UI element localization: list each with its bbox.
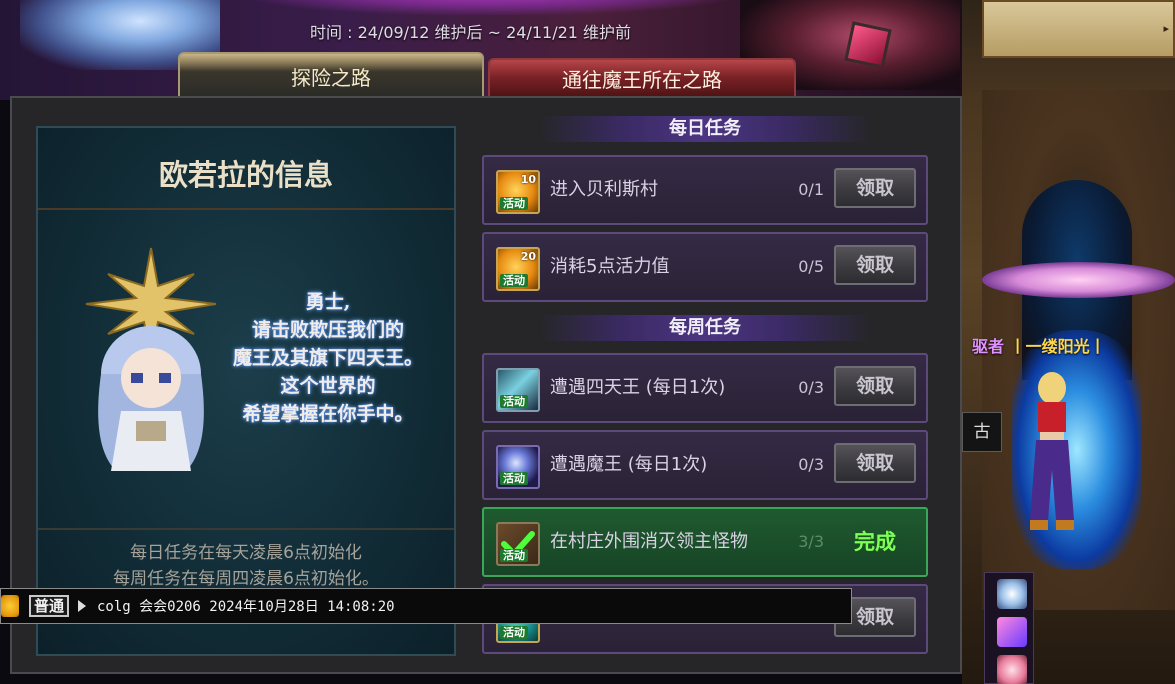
chat-bar: 普通 colg 会会0206 2024年10月28日 14:08:20	[0, 588, 852, 624]
quest-name: 进入贝利斯村	[550, 179, 658, 200]
player-name-tag: 驱者 丨一缕阳光丨	[972, 333, 1106, 357]
minimap-marker-icon: ▸	[1163, 22, 1169, 35]
info-message-line: 魔王及其旗下四天王。	[232, 347, 423, 369]
quest-progress: 0/1	[798, 180, 824, 199]
claim-button[interactable]: 领取	[834, 443, 916, 483]
game-world-scene: ▸ 驱者 丨一缕阳光丨 古	[962, 0, 1175, 684]
info-message-line: 请击败欺压我们的	[251, 319, 404, 341]
banner-gem-icon	[844, 21, 892, 69]
tab-road-to-demon-king[interactable]: 通往魔王所在之路	[488, 58, 796, 98]
quest-icon-count: 20	[520, 250, 536, 263]
daily-reset-note: 每日任务在每天凌晨6点初始化	[130, 543, 362, 563]
chat-channel-selector[interactable]: 普通	[29, 595, 70, 617]
info-message-line: 勇士,	[305, 291, 351, 313]
weekly-quests-header: 每周任务	[540, 315, 870, 341]
event-date-range: 时间 : 24/09/12 维护后 ~ 24/11/21 维护前	[310, 23, 632, 42]
info-panel-message: 勇士, 请击败欺压我们的 魔王及其旗下四天王。 这个世界的 希望掌握在你手中。	[218, 288, 438, 428]
player-character	[1030, 372, 1074, 530]
claim-button[interactable]: 领取	[834, 168, 916, 208]
checkmark-icon: 活动	[496, 522, 540, 566]
complete-status: 完成	[854, 529, 896, 554]
npc-tooltip: 古	[962, 412, 1002, 452]
event-tag: 活动	[500, 197, 528, 210]
quest-progress: 0/3	[798, 455, 824, 474]
event-tag: 活动	[500, 274, 528, 287]
claim-button[interactable]: 领取	[834, 366, 916, 406]
player-title: 驱者	[972, 337, 1005, 356]
quest-row: 20 活动 消耗5点活力值 0/5 领取	[482, 232, 928, 302]
quest-name: 遭遇魔王 (每日1次)	[550, 454, 708, 475]
event-tag: 活动	[500, 472, 528, 485]
side-icon-bar	[984, 572, 1034, 684]
quest-row-complete: 活动 在村庄外围消灭领主怪物 3/3 完成	[482, 507, 928, 577]
quest-row: 活动 遭遇四天王 (每日1次) 0/3 领取	[482, 353, 928, 423]
info-title-divider	[38, 208, 454, 210]
minimap-scroll: ▸	[982, 0, 1175, 58]
orb-icon: 活动	[496, 445, 540, 489]
claim-button[interactable]: 领取	[834, 245, 916, 285]
quest-name: 在村庄外围消灭领主怪物	[550, 531, 748, 552]
vitality-coin-icon: 10 活动	[496, 170, 540, 214]
quest-row: 活动 遭遇魔王 (每日1次) 0/3 领取	[482, 430, 928, 500]
quest-name: 消耗5点活力值	[550, 256, 670, 277]
character-icon[interactable]	[997, 655, 1027, 684]
event-tag: 活动	[500, 395, 528, 408]
avatar-icon[interactable]	[997, 579, 1027, 609]
quest-name: 遭遇四天王 (每日1次)	[550, 377, 726, 398]
info-message-line: 这个世界的	[280, 375, 376, 397]
tab-adventure-road[interactable]: 探险之路	[178, 52, 484, 98]
quest-icon-count: 10	[520, 173, 536, 186]
event-tag: 活动	[500, 549, 528, 562]
reset-time-note: 每日任务在每天凌晨6点初始化 每周任务在每周四凌晨6点初始化。	[38, 540, 454, 592]
emoji-icon[interactable]	[1, 595, 19, 617]
quest-progress: 0/5	[798, 257, 824, 276]
daily-quests-header: 每日任务	[540, 116, 870, 142]
banner-title-glow	[250, 0, 730, 15]
chat-input[interactable]: colg 会会0206 2024年10月28日 14:08:20	[97, 589, 395, 625]
info-panel-title: 欧若拉的信息	[158, 158, 333, 192]
channel-arrow-icon[interactable]	[78, 600, 86, 612]
info-message-line: 希望掌握在你手中。	[242, 403, 414, 425]
floating-magic-disc	[982, 262, 1175, 298]
player-name: 丨一缕阳光丨	[1009, 337, 1106, 356]
event-tag: 活动	[500, 626, 528, 639]
crystal-icon[interactable]	[997, 617, 1027, 647]
quest-row: 10 活动 进入贝利斯村 0/1 领取	[482, 155, 928, 225]
quest-progress: 0/3	[798, 378, 824, 397]
aurora-info-panel: 欧若拉的信息 勇士, 请击败欺压我们的 魔王及其旗下四天王。 这个世界的 希望掌…	[36, 126, 456, 656]
vitality-coin-icon: 20 活动	[496, 247, 540, 291]
aurora-goddess-portrait	[85, 247, 217, 471]
quest-progress: 3/3	[798, 532, 824, 551]
info-note-divider	[38, 528, 454, 530]
sword-icon: 活动	[496, 368, 540, 412]
